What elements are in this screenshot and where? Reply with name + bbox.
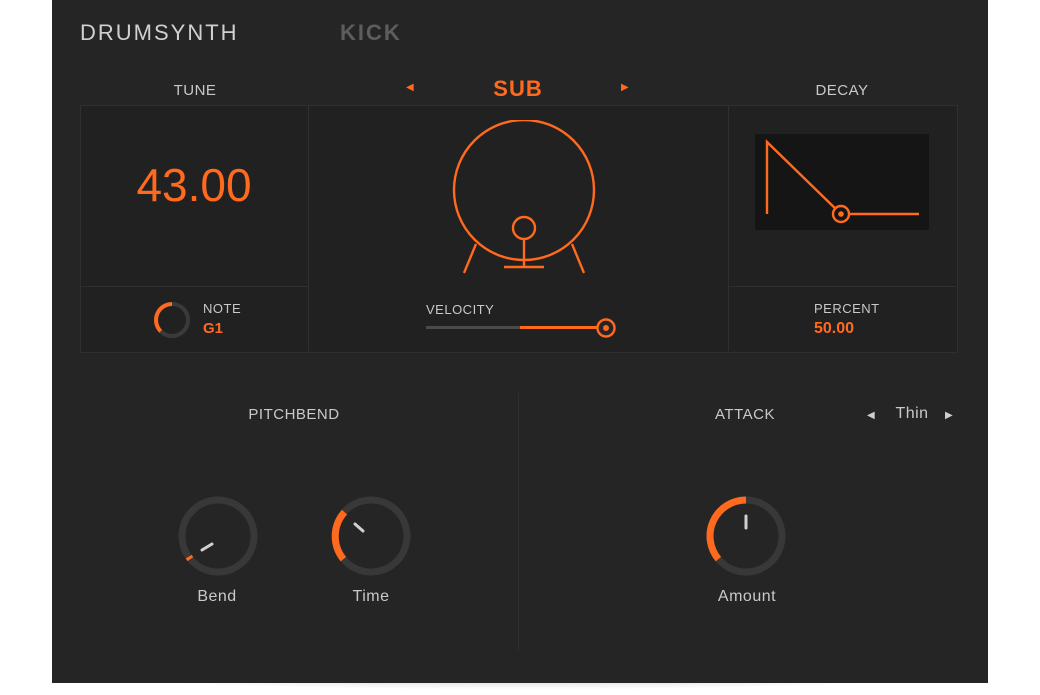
attack-mode-selector[interactable]: Thin — [888, 405, 936, 423]
bend-knob-label: Bend — [197, 588, 237, 605]
percent-label: PERCENT — [814, 301, 880, 316]
time-knob-label: Time — [352, 588, 390, 605]
engine-prev-arrow[interactable]: ◀ — [406, 82, 414, 93]
tune-right-divider — [308, 106, 309, 351]
amount-knob[interactable] — [700, 494, 792, 578]
engine-next-arrow[interactable]: ▶ — [621, 82, 629, 93]
decay-left-divider — [728, 106, 729, 351]
kick-drum-icon — [452, 120, 596, 274]
time-knob[interactable] — [325, 494, 417, 578]
note-knob[interactable] — [150, 298, 194, 342]
tune-value-display[interactable]: 43.00 — [80, 158, 308, 212]
attack-label: ATTACK — [715, 406, 775, 423]
note-value[interactable]: G1 — [203, 320, 223, 337]
decay-envelope-graph[interactable] — [755, 134, 929, 230]
module-title: KICK — [340, 20, 402, 45]
tune-bottom-divider — [81, 286, 308, 287]
amount-knob-label: Amount — [717, 588, 777, 605]
velocity-slider-handle[interactable] — [595, 317, 617, 339]
decay-label: DECAY — [815, 82, 869, 99]
note-label: NOTE — [203, 301, 242, 316]
velocity-slider-fill — [520, 326, 606, 329]
attack-mode-next-arrow[interactable]: ▶ — [945, 410, 953, 421]
brand-title: DRUMSYNTH — [80, 20, 239, 45]
tune-label: TUNE — [173, 82, 217, 99]
bend-knob[interactable] — [172, 494, 264, 578]
percent-value[interactable]: 50.00 — [814, 320, 854, 338]
velocity-label: VELOCITY — [426, 302, 495, 317]
attack-mode-prev-arrow[interactable]: ◀ — [867, 410, 875, 421]
drumsynth-plugin-window: DRUMSYNTH KICK TUNE 43.00 NOTE G1 ◀ SUB … — [52, 0, 988, 683]
section-vertical-divider — [518, 393, 519, 651]
engine-selector[interactable]: SUB — [468, 76, 568, 102]
pitchbend-label: PITCHBEND — [248, 406, 340, 423]
decay-bottom-divider — [729, 286, 956, 287]
